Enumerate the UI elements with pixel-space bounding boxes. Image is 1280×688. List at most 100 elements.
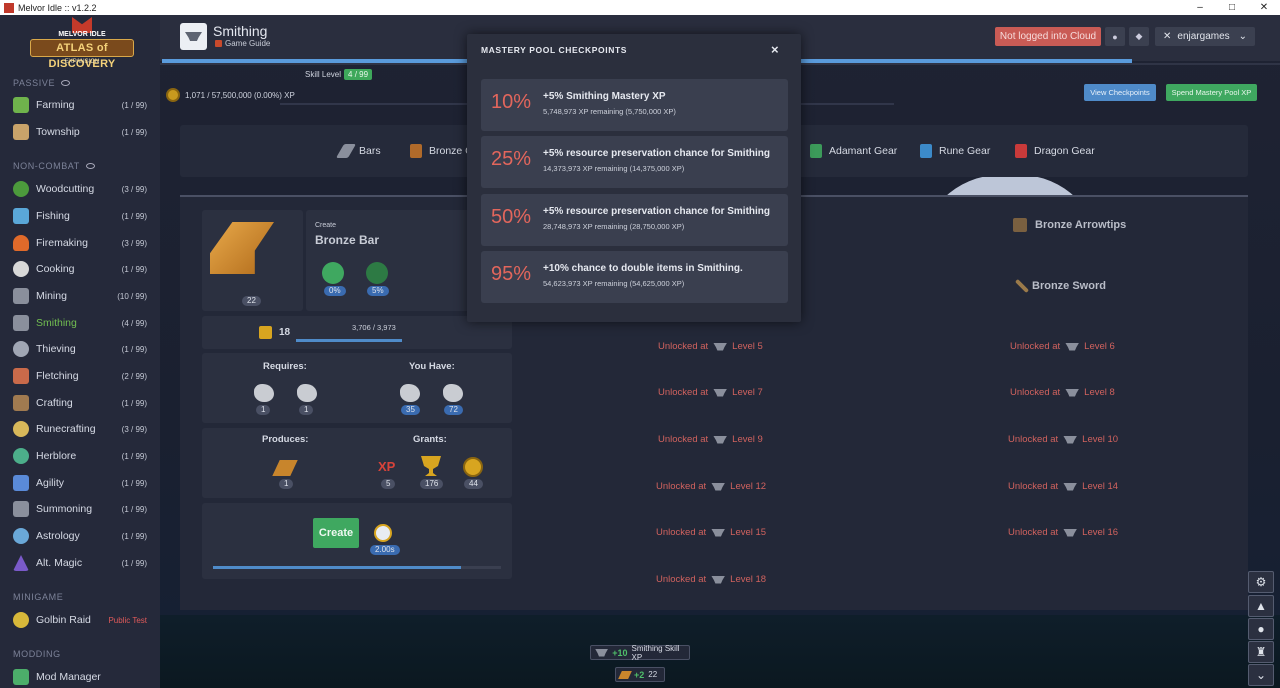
sidebar-item-thieving[interactable]: Thieving (1 / 99) xyxy=(0,337,160,361)
mastery-pool-icon xyxy=(166,88,180,102)
sidebar-item-summoning[interactable]: Summoning (1 / 99) xyxy=(0,497,160,521)
bronze-bar-icon xyxy=(210,222,274,274)
sidebar-item-crafting[interactable]: Crafting (1 / 99) xyxy=(0,391,160,415)
sidebar-item-golbin-raid[interactable]: Golbin Raid Public Test xyxy=(0,608,160,632)
bar-icon xyxy=(335,144,357,158)
mastery-xp-qty: 176 xyxy=(420,479,444,489)
sidebar-item-label: Cooking xyxy=(36,263,75,275)
sidebar-item-level: (1 / 99) xyxy=(121,100,147,110)
unlock-level: Level 18 xyxy=(730,574,767,585)
category-label: Bars xyxy=(359,145,381,157)
owned-qty: 72 xyxy=(444,405,463,415)
sidebar-item-level: (3 / 99) xyxy=(121,184,147,194)
notification-icon[interactable]: ● xyxy=(1105,27,1125,46)
sidebar-item-fletching[interactable]: Fletching (2 / 99) xyxy=(0,364,160,388)
cloud-login-button[interactable]: Not logged into Cloud xyxy=(995,27,1101,46)
sidebar-item-level: (1 / 99) xyxy=(121,531,147,541)
sidebar-item-level: (1 / 99) xyxy=(121,344,147,354)
thieving-icon xyxy=(13,341,29,357)
eye-icon[interactable] xyxy=(61,80,71,86)
window-titlebar: Melvor Idle :: v1.2.2 – □ ✕ xyxy=(0,0,1280,15)
category-adamant-gear[interactable]: Adamant Gear xyxy=(810,125,897,177)
mining-icon xyxy=(13,288,29,304)
category-bars[interactable]: Bars xyxy=(335,125,381,177)
logo-main-text: ATLAS of DISCOVERY xyxy=(30,39,134,70)
game-guide-link[interactable]: Game Guide xyxy=(215,39,270,48)
locked-recipe: Unlocked at Level 6 xyxy=(1010,341,1115,352)
trophy-icon[interactable]: ♜ xyxy=(1248,641,1274,663)
logo-top-text: MELVOR IDLE xyxy=(58,31,106,38)
spend-mastery-pool-button[interactable]: Spend Mastery Pool XP xyxy=(1166,84,1257,101)
sidebar-item-label: Thieving xyxy=(36,343,76,355)
minimize-button[interactable]: – xyxy=(1184,2,1216,13)
produces-label: Produces: xyxy=(262,434,309,445)
sidebar-item-label: Alt. Magic xyxy=(36,557,83,569)
recipe-bronze-arrowtips[interactable]: Bronze Arrowtips xyxy=(1013,218,1126,232)
section-non-combat: NON-COMBAT xyxy=(13,161,95,171)
category-label: Rune Gear xyxy=(939,145,991,157)
close-window-button[interactable]: ✕ xyxy=(1248,2,1280,13)
item-mastery: 18 3,706 / 3,973 xyxy=(202,316,512,349)
locked-recipe: Unlocked at Level 14 xyxy=(1008,481,1118,492)
sidebar-item-firemaking[interactable]: Firemaking (3 / 99) xyxy=(0,231,160,255)
locked-recipe: Unlocked at Level 7 xyxy=(658,387,763,398)
anvil-icon xyxy=(711,575,726,584)
sidebar-item-astrology[interactable]: Astrology (1 / 99) xyxy=(0,524,160,548)
sidebar-item-level: (1 / 99) xyxy=(121,451,147,461)
grants-label: Grants: xyxy=(413,434,447,445)
owned-qty: 35 xyxy=(401,405,420,415)
game-guide-label: Game Guide xyxy=(225,39,271,48)
mastery-pool-xp: 1,071 / 57,500,000 (0.00%) XP xyxy=(166,88,295,102)
wizard-hat-icon xyxy=(13,555,29,571)
recipe-bronze-sword[interactable]: Bronze Sword xyxy=(1014,278,1106,294)
sidebar-item-label: Mod Manager xyxy=(36,671,101,683)
medal-icon[interactable]: ● xyxy=(1248,618,1274,640)
mod-manager-icon xyxy=(13,669,29,685)
skill-level: Skill Level 4 / 99 xyxy=(305,69,373,80)
sidebar-item-runecrafting[interactable]: Runecrafting (3 / 99) xyxy=(0,417,160,441)
game-logo[interactable]: MELVOR IDLE ATLAS of DISCOVERY EXPANSION xyxy=(28,17,136,70)
you-have-label: You Have: xyxy=(409,361,455,372)
sidebar-item-level: (1 / 99) xyxy=(121,558,147,568)
firemaking-icon xyxy=(13,235,29,251)
sidebar-item-herblore[interactable]: Herblore (1 / 99) xyxy=(0,444,160,468)
dragon-helmet-icon xyxy=(1015,144,1027,158)
checkpoint-25: 25% +5% resource preservation chance for… xyxy=(481,136,788,188)
user-menu-button[interactable]: ✕ enjargames ⌄ xyxy=(1155,27,1255,46)
eye-icon[interactable] xyxy=(85,163,95,169)
close-icon[interactable]: × xyxy=(771,42,779,57)
unlock-level: Level 7 xyxy=(732,387,763,398)
section-label: MINIGAME xyxy=(13,592,64,602)
sidebar-item-mining[interactable]: Mining (10 / 99) xyxy=(0,284,160,308)
trophy-icon xyxy=(259,326,272,339)
sidebar-item-level: (1 / 99) xyxy=(121,127,147,137)
skill-level-value: 4 / 99 xyxy=(344,69,373,80)
sidebar-item-mod-manager[interactable]: Mod Manager xyxy=(0,665,160,688)
category-rune-gear[interactable]: Rune Gear xyxy=(920,125,990,177)
checkpoint-description: +5% resource preservation chance for Smi… xyxy=(543,206,771,217)
unlock-level: Level 12 xyxy=(730,481,767,492)
view-checkpoints-button[interactable]: View Checkpoints xyxy=(1084,84,1156,101)
sidebar-item-woodcutting[interactable]: Woodcutting (3 / 99) xyxy=(0,177,160,201)
maximize-button[interactable]: □ xyxy=(1216,2,1248,13)
app-icon xyxy=(4,2,14,13)
sidebar-item-farming[interactable]: Farming (1 / 99) xyxy=(0,93,160,117)
sidebar-item-agility[interactable]: Agility (1 / 99) xyxy=(0,471,160,495)
create-button[interactable]: Create xyxy=(313,518,359,548)
category-dragon-gear[interactable]: Dragon Gear xyxy=(1015,125,1095,177)
sidebar-item-label: Runecrafting xyxy=(36,423,96,435)
toast-label: Smithing Skill XP xyxy=(631,643,680,662)
sidebar-item-smithing[interactable]: Smithing (4 / 99) xyxy=(0,311,160,335)
sidebar-item-fishing[interactable]: Fishing (1 / 99) xyxy=(0,204,160,228)
runecrafting-icon xyxy=(13,421,29,437)
bell-icon[interactable]: ◆ xyxy=(1129,27,1149,46)
craft-interval: 2.00s xyxy=(370,545,400,555)
settings-gear-icon[interactable]: ⚙ xyxy=(1248,571,1274,593)
sidebar-item-label: Summoning xyxy=(36,503,93,515)
sidebar-item-alt-magic[interactable]: Alt. Magic (1 / 99) xyxy=(0,551,160,575)
sidebar-item-township[interactable]: Township (1 / 99) xyxy=(0,120,160,144)
chevron-down-icon[interactable]: ⌄ xyxy=(1248,664,1274,686)
adamant-helmet-icon xyxy=(810,144,822,158)
sidebar-item-cooking[interactable]: Cooking (1 / 99) xyxy=(0,257,160,281)
summoning-wolf-icon[interactable]: ▲ xyxy=(1248,595,1274,617)
